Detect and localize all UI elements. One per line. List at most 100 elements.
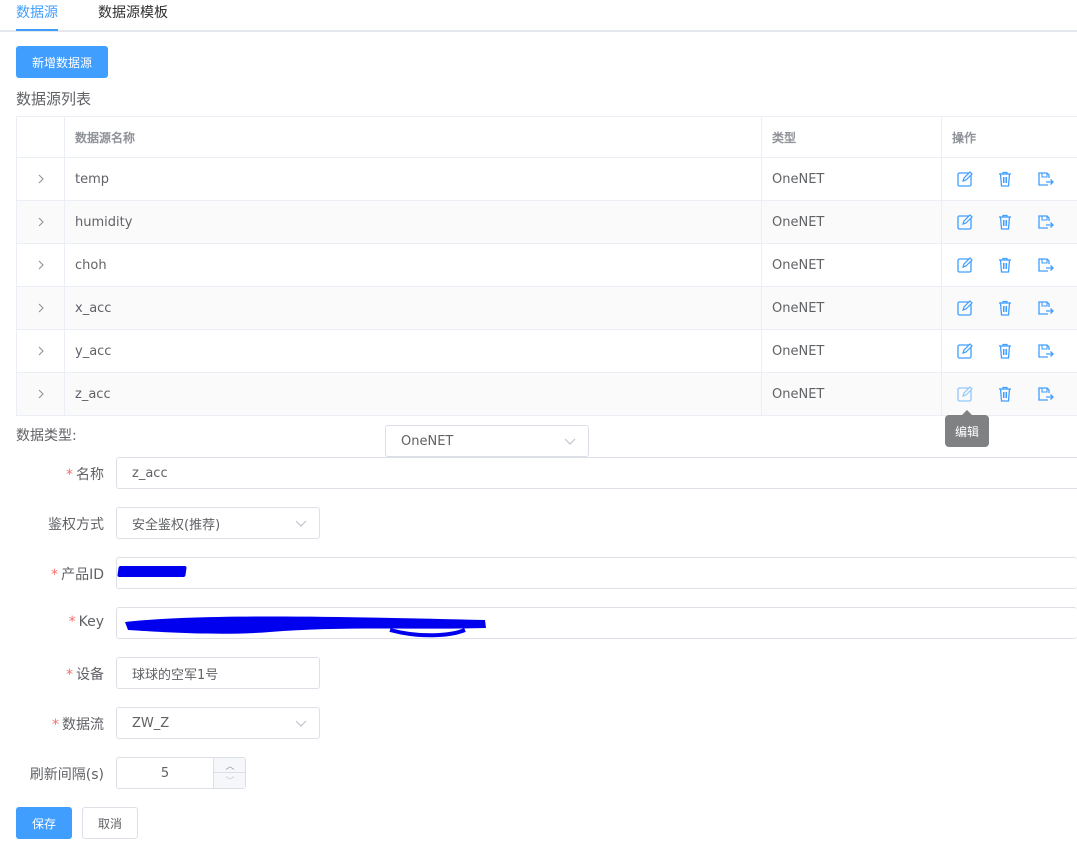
tab-bar: 数据源 数据源模板	[0, 0, 1077, 32]
delete-icon[interactable]	[996, 342, 1014, 360]
expand-chevron-icon[interactable]	[17, 330, 65, 372]
row-name: humidity	[65, 201, 762, 243]
redaction-scribble	[125, 616, 486, 638]
delete-icon[interactable]	[996, 299, 1014, 317]
required-mark: *	[66, 467, 73, 483]
name-input-value: z_acc	[132, 465, 168, 481]
data-type-select[interactable]: OneNET	[385, 425, 589, 457]
tab-datasource[interactable]: 数据源	[16, 4, 58, 30]
required-mark: *	[52, 717, 59, 733]
refresh-label: 刷新间隔(s)	[29, 767, 104, 783]
key-label: * Key	[24, 614, 104, 630]
header-ops: 操作	[952, 130, 977, 145]
delete-icon[interactable]	[996, 256, 1014, 274]
row-name: temp	[65, 158, 762, 200]
stepper-up-icon[interactable]: ︿	[214, 758, 246, 773]
edit-icon[interactable]	[956, 299, 974, 317]
stream-value: ZW_Z	[132, 715, 170, 731]
save-button[interactable]: 保存	[16, 807, 72, 839]
active-tab-indicator	[16, 29, 58, 31]
add-datasource-button[interactable]: 新增数据源	[16, 46, 108, 78]
edit-icon[interactable]	[956, 170, 974, 188]
required-mark: *	[51, 567, 59, 583]
row-type: OneNET	[762, 201, 942, 243]
row-name: x_acc	[65, 287, 762, 329]
row-actions	[942, 287, 1077, 329]
expand-chevron-icon[interactable]	[17, 158, 65, 200]
header-name: 数据源名称	[65, 117, 762, 157]
refresh-stepper[interactable]: 5 ︿ ﹀	[116, 757, 246, 789]
stepper-buttons: ︿ ﹀	[213, 758, 246, 788]
stream-select[interactable]: ZW_Z	[116, 707, 320, 739]
product-id-input[interactable]	[116, 557, 1077, 589]
name-input[interactable]: z_acc	[116, 457, 1077, 489]
chevron-down-icon	[295, 520, 307, 527]
device-input[interactable]: 球球的空军1号	[116, 657, 320, 689]
row-actions	[942, 158, 1077, 200]
product-id-label-text: 产品ID	[61, 567, 104, 583]
row-actions	[942, 201, 1077, 243]
row-type: OneNET	[762, 158, 942, 200]
device-input-value: 球球的空军1号	[132, 667, 219, 683]
auth-label: 鉴权方式	[48, 517, 104, 533]
chevron-down-icon	[564, 438, 576, 445]
cancel-button[interactable]: 取消	[82, 807, 138, 839]
export-icon[interactable]	[1036, 299, 1054, 317]
row-actions	[942, 330, 1077, 372]
refresh-value[interactable]: 5	[117, 758, 213, 788]
name-label-text: 名称	[76, 467, 104, 483]
key-label-text: Key	[78, 614, 104, 630]
header-expand	[17, 117, 65, 157]
section-title: 数据源列表	[16, 90, 92, 108]
edit-icon[interactable]	[956, 342, 974, 360]
table-row: humidity OneNET	[16, 201, 1077, 244]
stream-label-text: 数据流	[62, 717, 104, 733]
auth-select[interactable]: 安全鉴权(推荐)	[116, 507, 320, 539]
row-name: z_acc	[65, 373, 762, 415]
export-icon[interactable]	[1036, 256, 1054, 274]
delete-icon[interactable]	[996, 385, 1014, 403]
table-row: y_acc OneNET	[16, 330, 1077, 373]
row-actions	[942, 373, 1077, 415]
row-name: y_acc	[65, 330, 762, 372]
export-icon[interactable]	[1036, 170, 1054, 188]
tab-datasource-template[interactable]: 数据源模板	[98, 4, 168, 30]
export-icon[interactable]	[1036, 385, 1054, 403]
expand-chevron-icon[interactable]	[17, 373, 65, 415]
device-label: * 设备	[24, 664, 104, 684]
table-row: x_acc OneNET	[16, 287, 1077, 330]
chevron-down-icon	[295, 720, 307, 727]
required-mark: *	[66, 667, 73, 683]
device-label-text: 设备	[76, 667, 104, 683]
edit-tooltip: 编辑	[945, 410, 989, 447]
row-name: choh	[65, 244, 762, 286]
data-type-label: 数据类型:	[16, 428, 77, 444]
export-icon[interactable]	[1036, 342, 1054, 360]
table-row: z_acc OneNET	[16, 373, 1077, 416]
row-type: OneNET	[762, 330, 942, 372]
required-mark: *	[68, 614, 76, 630]
delete-icon[interactable]	[996, 213, 1014, 231]
edit-icon[interactable]	[956, 385, 974, 403]
auth-value: 安全鉴权(推荐)	[132, 517, 221, 533]
row-type: OneNET	[762, 287, 942, 329]
table-row: temp OneNET	[16, 158, 1077, 201]
product-id-label: * 产品ID	[24, 564, 104, 584]
expand-chevron-icon[interactable]	[17, 244, 65, 286]
table-header: 数据源名称 类型 操作	[16, 117, 1077, 158]
stream-label: * 数据流	[24, 714, 104, 734]
expand-chevron-icon[interactable]	[17, 287, 65, 329]
redaction-mark	[117, 566, 187, 577]
data-type-value: OneNET	[401, 433, 454, 449]
row-actions	[942, 244, 1077, 286]
expand-chevron-icon[interactable]	[17, 201, 65, 243]
edit-icon[interactable]	[956, 256, 974, 274]
header-type: 类型	[762, 117, 942, 157]
name-label: * 名称	[40, 464, 104, 484]
stepper-down-icon[interactable]: ﹀	[214, 773, 246, 788]
delete-icon[interactable]	[996, 170, 1014, 188]
row-type: OneNET	[762, 373, 942, 415]
export-icon[interactable]	[1036, 213, 1054, 231]
edit-icon[interactable]	[956, 213, 974, 231]
datasource-table: 数据源名称 类型 操作 temp OneNET humidity OneNET choh…	[16, 116, 1077, 416]
